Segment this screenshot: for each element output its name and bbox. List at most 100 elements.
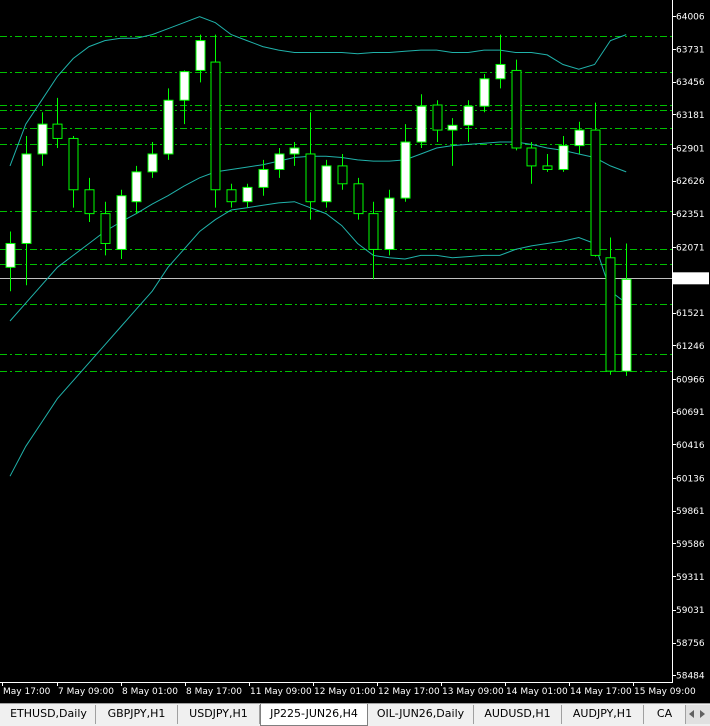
- time-label: 15 May 09:00: [634, 687, 696, 697]
- candle-body-bear: [526, 147, 537, 167]
- candle: [558, 136, 569, 172]
- price-label: 60136: [676, 474, 705, 484]
- horizontal-levels: [0, 36, 672, 372]
- price-label: 62351: [676, 210, 705, 220]
- tab-gbpjpy-h1[interactable]: GBPJPY,H1: [96, 705, 178, 724]
- candle: [147, 142, 158, 178]
- price-label: 59861: [676, 507, 705, 517]
- price-label: 58484: [676, 672, 705, 682]
- candle-body-bull: [447, 124, 458, 131]
- price-label: 60416: [676, 441, 705, 451]
- candle: [542, 153, 553, 172]
- time-axis: May 17:00 7 May 09:00 8 May 01:00 8 May 17:…: [0, 682, 696, 697]
- candle-body-bull: [258, 168, 269, 188]
- price-axis: 64006 63731 63456 63181 62901 62626 62351 62071…: [672, 0, 709, 682]
- candle-body-bull: [574, 129, 585, 147]
- current-price-label: 61808: [676, 275, 705, 285]
- price-label: 63456: [676, 78, 705, 88]
- candle-body-bull: [195, 40, 206, 71]
- candle-body-bear: [337, 165, 348, 185]
- candle: [131, 165, 142, 214]
- time-label: 14 May 01:00: [506, 687, 568, 697]
- candle: [84, 177, 95, 222]
- candle: [416, 94, 427, 148]
- time-label: 12 May 17:00: [378, 687, 440, 697]
- price-label: 59311: [676, 573, 705, 583]
- price-label: 62901: [676, 144, 705, 154]
- price-chart[interactable]: 64006 63731 63456 63181 62901 62626 62351 62071…: [0, 0, 710, 703]
- candle: [5, 231, 16, 292]
- candle: [526, 142, 537, 184]
- tab-oil-jun26-daily[interactable]: OIL-JUN26,Daily: [368, 705, 474, 724]
- candle-body-bear: [226, 189, 237, 203]
- candle: [400, 124, 411, 202]
- candle: [321, 159, 332, 208]
- candle-body-bear: [432, 104, 443, 131]
- candle-body-bull: [558, 145, 569, 170]
- candle: [432, 100, 443, 143]
- candle-body-bear: [353, 183, 364, 215]
- candle: [163, 88, 174, 160]
- candle: [368, 201, 379, 280]
- time-label: May 17:00: [3, 687, 51, 697]
- candle-body-bear: [84, 189, 95, 215]
- tab-jp225-jun26-h4[interactable]: JP225-JUN26,H4: [260, 704, 368, 726]
- candle: [495, 34, 506, 89]
- time-label: 11 May 09:00: [250, 687, 312, 697]
- price-label: 62626: [676, 177, 705, 187]
- candle-body-bull: [37, 123, 48, 155]
- candle-body-bull: [163, 99, 174, 155]
- tab-scroll-buttons[interactable]: [685, 705, 710, 724]
- candle-body-bull: [495, 63, 506, 80]
- tab-ca[interactable]: CA: [644, 705, 686, 724]
- scroll-left-icon[interactable]: [689, 710, 694, 718]
- candle: [574, 121, 585, 154]
- price-label: 62071: [676, 243, 705, 253]
- tab-audusd-h1[interactable]: AUDUSD,H1: [474, 705, 562, 724]
- candle-body-bear: [590, 129, 601, 256]
- candle: [590, 102, 601, 257]
- candle-body-bear: [100, 213, 111, 244]
- price-label: 60691: [676, 408, 705, 418]
- candle-body-bull: [147, 153, 158, 173]
- candle: [195, 34, 206, 83]
- candle: [37, 112, 48, 166]
- scroll-right-icon[interactable]: [700, 710, 705, 718]
- candle: [463, 100, 474, 143]
- candle-body-bull: [416, 105, 427, 143]
- candle-body-bear: [368, 213, 379, 250]
- candle: [179, 70, 190, 125]
- tab-ethusd-daily[interactable]: ETHUSD,Daily: [2, 705, 96, 724]
- candle-body-bear: [305, 153, 316, 203]
- candle-body-bull: [289, 147, 300, 155]
- candle-body-bull: [621, 278, 632, 372]
- time-label: 7 May 09:00: [58, 687, 114, 697]
- candle-body-bear: [52, 123, 63, 139]
- bollinger-bands: [9, 16, 627, 477]
- candle-body-bear: [511, 69, 522, 149]
- tab-usdjpy-h1[interactable]: USDJPY,H1: [178, 705, 260, 724]
- time-label: 13 May 09:00: [442, 687, 504, 697]
- price-label: 58756: [676, 639, 705, 649]
- candles: [5, 34, 632, 376]
- candle-body-bull: [5, 242, 16, 268]
- candle-body-bull: [274, 153, 285, 170]
- chart-area[interactable]: 64006 63731 63456 63181 62901 62626 62351 62071…: [0, 0, 710, 703]
- price-label: 63181: [676, 111, 705, 121]
- price-label: 60966: [676, 375, 705, 385]
- candle: [605, 237, 616, 375]
- chart-tabs-bar: ETHUSD,Daily GBPJPY,H1 USDJPY,H1 JP225-J…: [0, 703, 710, 726]
- candle: [210, 34, 221, 208]
- candle: [447, 118, 458, 166]
- time-label: 14 May 17:00: [570, 687, 632, 697]
- price-label: 61521: [676, 309, 705, 319]
- candle: [384, 189, 395, 256]
- candle: [226, 183, 237, 208]
- tab-audjpy-h1[interactable]: AUDJPY,H1: [562, 705, 644, 724]
- candle: [100, 201, 111, 256]
- candle-body-bull: [21, 153, 32, 244]
- candle: [274, 147, 285, 178]
- candle: [305, 112, 316, 220]
- price-label: 61246: [676, 342, 705, 352]
- price-label: 59031: [676, 606, 705, 616]
